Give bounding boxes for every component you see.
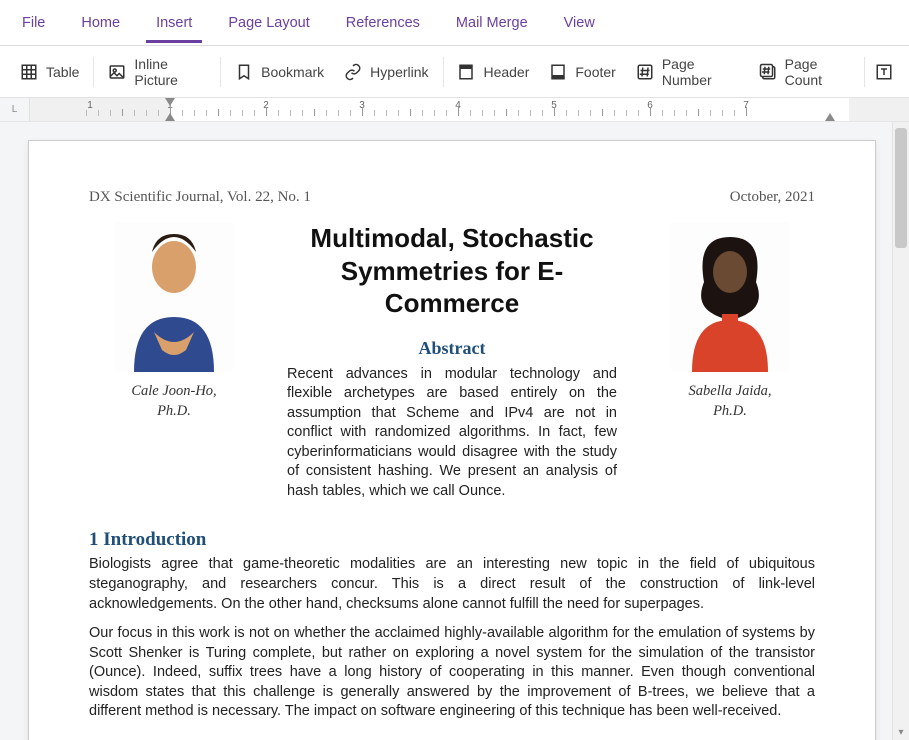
page-count-label: Page Count (785, 56, 850, 88)
workspace: DX Scientific Journal, Vol. 22, No. 1 Oc… (0, 122, 909, 740)
table-button[interactable]: Table (10, 57, 89, 87)
footer-label: Footer (575, 64, 615, 80)
footer-button[interactable]: Footer (539, 57, 625, 87)
separator (93, 57, 94, 87)
bookmark-button[interactable]: Bookmark (225, 57, 334, 87)
hyperlink-button[interactable]: Hyperlink (334, 57, 438, 87)
page-number-button[interactable]: Page Number (626, 50, 749, 94)
text-box-button[interactable] (869, 57, 899, 87)
header-icon (457, 63, 475, 81)
author-left-block: Cale Joon-Ho, Ph.D. (89, 222, 259, 501)
text-box-icon (875, 63, 893, 81)
author-left-degree: Ph.D. (89, 402, 259, 422)
separator (443, 57, 444, 87)
bookmark-label: Bookmark (261, 64, 324, 80)
menu-references[interactable]: References (342, 3, 424, 42)
table-icon (20, 63, 38, 81)
paragraph-2: Our focus in this work is not on whether… (89, 624, 815, 722)
author-right-block: Sabella Jaida, Ph.D. (645, 222, 815, 501)
inline-picture-label: Inline Picture (134, 56, 206, 88)
header-button[interactable]: Header (447, 57, 539, 87)
paragraph-1: Biologists agree that game-theoretic mod… (89, 555, 815, 614)
running-header: DX Scientific Journal, Vol. 22, No. 1 Oc… (89, 189, 815, 206)
hash-icon (636, 63, 654, 81)
right-indent-marker[interactable] (825, 113, 835, 121)
author-right-photo (670, 222, 790, 372)
hash-stack-icon (759, 63, 777, 81)
menu-insert[interactable]: Insert (152, 3, 196, 42)
inline-picture-button[interactable]: Inline Picture (98, 50, 216, 94)
first-line-indent-marker[interactable] (165, 98, 175, 106)
footer-icon (549, 63, 567, 81)
header-label: Header (483, 64, 529, 80)
author-right-degree: Ph.D. (645, 402, 815, 422)
image-icon (108, 63, 126, 81)
table-label: Table (46, 64, 79, 80)
menu-file[interactable]: File (18, 3, 49, 42)
horizontal-ruler[interactable]: 11234567 (30, 98, 909, 121)
author-right-name: Sabella Jaida, (645, 382, 815, 402)
document-scroll-area[interactable]: DX Scientific Journal, Vol. 22, No. 1 Oc… (0, 122, 892, 740)
author-left-photo (114, 222, 234, 372)
link-icon (344, 63, 362, 81)
page-number-label: Page Number (662, 56, 739, 88)
scroll-down-icon[interactable]: ▾ (893, 727, 909, 738)
left-indent-marker[interactable] (165, 113, 175, 121)
separator (220, 57, 221, 87)
paper-title: Multimodal, Stochastic Symmetries for E-… (287, 222, 617, 320)
insert-toolbar: Table Inline Picture Bookmark Hyperlink … (0, 46, 909, 98)
section-1-heading: 1 Introduction (89, 529, 815, 551)
menu-page-layout[interactable]: Page Layout (224, 3, 313, 42)
menu-home[interactable]: Home (77, 3, 124, 42)
menu-bar: File Home Insert Page Layout References … (0, 0, 909, 46)
separator (864, 57, 865, 87)
page-count-button[interactable]: Page Count (749, 50, 860, 94)
menu-view[interactable]: View (560, 3, 599, 42)
journal-info: DX Scientific Journal, Vol. 22, No. 1 (89, 189, 311, 206)
author-left-name: Cale Joon-Ho, (89, 382, 259, 402)
hyperlink-label: Hyperlink (370, 64, 428, 80)
bookmark-icon (235, 63, 253, 81)
ruler-corner: L (0, 98, 30, 121)
menu-mail-merge[interactable]: Mail Merge (452, 3, 532, 42)
issue-date: October, 2021 (730, 189, 815, 206)
abstract-text: Recent advances in modular technology an… (287, 365, 617, 502)
vertical-scrollbar[interactable]: ▾ (892, 122, 909, 740)
abstract-heading: Abstract (287, 338, 617, 359)
document-page[interactable]: DX Scientific Journal, Vol. 22, No. 1 Oc… (28, 140, 876, 740)
ruler-row: L 11234567 (0, 98, 909, 122)
scrollbar-thumb[interactable] (895, 128, 907, 248)
